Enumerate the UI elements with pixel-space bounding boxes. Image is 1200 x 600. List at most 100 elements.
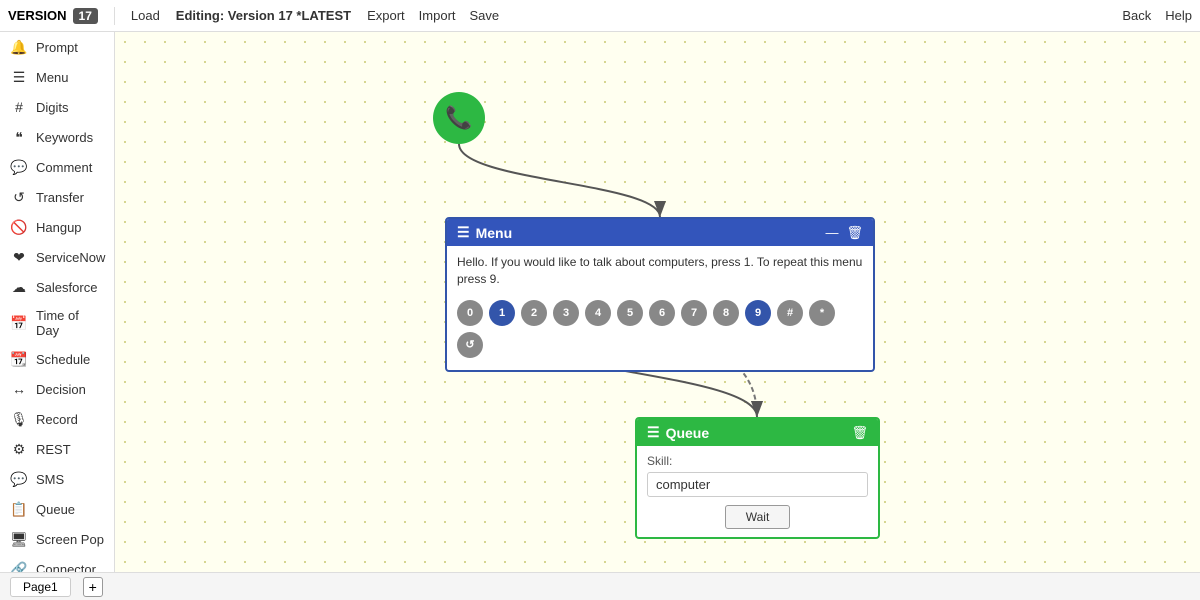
digit-6[interactable]: 6 bbox=[649, 300, 675, 326]
add-page-button[interactable]: + bbox=[83, 577, 103, 597]
editing-label: Editing: Version 17 *LATEST bbox=[176, 8, 351, 23]
sidebar-item-schedule[interactable]: 📆 Schedule bbox=[0, 344, 114, 374]
schedule-icon: 📆 bbox=[10, 350, 28, 368]
phone-node[interactable]: 📞 bbox=[433, 92, 485, 144]
screenpop-icon: 🖥 bbox=[10, 530, 28, 548]
version-badge: 17 bbox=[73, 8, 98, 24]
sidebar-label-prompt: Prompt bbox=[36, 40, 78, 55]
sidebar-item-servicenow[interactable]: ❤ ServiceNow bbox=[0, 242, 114, 272]
sidebar: 🔔 Prompt ☰ Menu # Digits ❝ Keywords 💬 Co… bbox=[0, 32, 115, 572]
sidebar-item-timeofday[interactable]: 📅 Time of Day bbox=[0, 302, 114, 344]
digit-7[interactable]: 7 bbox=[681, 300, 707, 326]
sidebar-item-prompt[interactable]: 🔔 Prompt bbox=[0, 32, 114, 62]
header-sep bbox=[114, 7, 115, 25]
keywords-icon: ❝ bbox=[10, 128, 28, 146]
sidebar-item-screenpop[interactable]: 🖥 Screen Pop bbox=[0, 524, 114, 554]
hangup-icon: 🚫 bbox=[10, 218, 28, 236]
sidebar-item-transfer[interactable]: ↺ Transfer bbox=[0, 182, 114, 212]
sidebar-item-hangup[interactable]: 🚫 Hangup bbox=[0, 212, 114, 242]
sidebar-label-sms: SMS bbox=[36, 472, 64, 487]
sms-icon: 💬 bbox=[10, 470, 28, 488]
digit-2[interactable]: 2 bbox=[521, 300, 547, 326]
bottom-bar: Page1 + bbox=[0, 572, 1200, 600]
sidebar-label-queue: Queue bbox=[36, 502, 75, 517]
skill-label: Skill: bbox=[647, 454, 868, 468]
menu-minimize-icon[interactable]: — bbox=[825, 225, 838, 241]
sidebar-item-rest[interactable]: ⚙ REST bbox=[0, 434, 114, 464]
digit-8[interactable]: 8 bbox=[713, 300, 739, 326]
import-button[interactable]: Import bbox=[419, 8, 456, 23]
sidebar-item-record[interactable]: 🎙 Record bbox=[0, 404, 114, 434]
menu-node-actions: — 🗑 bbox=[825, 225, 863, 241]
menu-node-text: Hello. If you would like to talk about c… bbox=[457, 254, 863, 288]
digit-↺[interactable]: ↺ bbox=[457, 332, 483, 358]
sidebar-item-comment[interactable]: 💬 Comment bbox=[0, 152, 114, 182]
export-button[interactable]: Export bbox=[367, 8, 405, 23]
back-button[interactable]: Back bbox=[1122, 8, 1151, 23]
sidebar-label-hangup: Hangup bbox=[36, 220, 82, 235]
connector-icon: 🔗 bbox=[10, 560, 28, 572]
digit-4[interactable]: 4 bbox=[585, 300, 611, 326]
menu-title-text: Menu bbox=[476, 225, 513, 241]
record-icon: 🎙 bbox=[10, 410, 28, 428]
sidebar-label-decision: Decision bbox=[36, 382, 86, 397]
sidebar-label-digits: Digits bbox=[36, 100, 69, 115]
menu-node-header: ☰ Menu — 🗑 bbox=[447, 219, 873, 246]
digit-*[interactable]: * bbox=[809, 300, 835, 326]
queue-node-header: ☰ Queue 🗑 bbox=[637, 419, 878, 446]
digit-#[interactable]: # bbox=[777, 300, 803, 326]
rest-icon: ⚙ bbox=[10, 440, 28, 458]
menu-digits: 0123456789#* ↺ bbox=[457, 296, 863, 362]
timeofday-icon: 📅 bbox=[10, 314, 28, 332]
queue-delete-icon[interactable]: 🗑 bbox=[851, 425, 868, 441]
sidebar-item-queue[interactable]: 📋 Queue bbox=[0, 494, 114, 524]
sidebar-item-connector[interactable]: 🔗 Connector bbox=[0, 554, 114, 572]
main-layout: 🔔 Prompt ☰ Menu # Digits ❝ Keywords 💬 Co… bbox=[0, 32, 1200, 572]
queue-title-icon: ☰ bbox=[647, 424, 660, 441]
sidebar-item-digits[interactable]: # Digits bbox=[0, 92, 114, 122]
sidebar-label-connector: Connector bbox=[36, 562, 96, 573]
header-right: Back Help bbox=[1122, 8, 1192, 23]
sidebar-item-keywords[interactable]: ❝ Keywords bbox=[0, 122, 114, 152]
queue-node-body: Skill: computer Wait bbox=[637, 446, 878, 537]
page-tab[interactable]: Page1 bbox=[10, 577, 71, 597]
servicenow-icon: ❤ bbox=[10, 248, 28, 266]
sidebar-item-sms[interactable]: 💬 SMS bbox=[0, 464, 114, 494]
transfer-icon: ↺ bbox=[10, 188, 28, 206]
save-button[interactable]: Save bbox=[470, 8, 500, 23]
load-button[interactable]: Load bbox=[131, 8, 160, 23]
sidebar-label-servicenow: ServiceNow bbox=[36, 250, 105, 265]
menu-delete-icon[interactable]: 🗑 bbox=[846, 225, 863, 241]
sidebar-label-menu: Menu bbox=[36, 70, 69, 85]
digit-1[interactable]: 1 bbox=[489, 300, 515, 326]
sidebar-label-record: Record bbox=[36, 412, 78, 427]
wait-button[interactable]: Wait bbox=[725, 505, 791, 529]
digits-icon: # bbox=[10, 98, 28, 116]
menu-node[interactable]: ☰ Menu — 🗑 Hello. If you would like to t… bbox=[445, 217, 875, 372]
queue-title-text: Queue bbox=[666, 425, 710, 441]
digit-9[interactable]: 9 bbox=[745, 300, 771, 326]
comment-icon: 💬 bbox=[10, 158, 28, 176]
salesforce-icon: ☁ bbox=[10, 278, 28, 296]
queue-icon: 📋 bbox=[10, 500, 28, 518]
sidebar-item-salesforce[interactable]: ☁ Salesforce bbox=[0, 272, 114, 302]
digit-5[interactable]: 5 bbox=[617, 300, 643, 326]
sidebar-label-schedule: Schedule bbox=[36, 352, 90, 367]
decision-icon: ↔ bbox=[10, 380, 28, 398]
sidebar-item-decision[interactable]: ↔ Decision bbox=[0, 374, 114, 404]
canvas[interactable]: 📞 ☰ Menu — 🗑 Hello. If you would like to… bbox=[115, 32, 1200, 572]
help-button[interactable]: Help bbox=[1165, 8, 1192, 23]
sidebar-label-comment: Comment bbox=[36, 160, 92, 175]
digit-0[interactable]: 0 bbox=[457, 300, 483, 326]
sidebar-label-screenpop: Screen Pop bbox=[36, 532, 104, 547]
header: VERSION 17 Load Editing: Version 17 *LAT… bbox=[0, 0, 1200, 32]
queue-node[interactable]: ☰ Queue 🗑 Skill: computer Wait bbox=[635, 417, 880, 539]
digit-3[interactable]: 3 bbox=[553, 300, 579, 326]
menu-icon: ☰ bbox=[10, 68, 28, 86]
prompt-icon: 🔔 bbox=[10, 38, 28, 56]
version-label: VERSION 17 bbox=[8, 8, 98, 24]
phone-icon: 📞 bbox=[445, 105, 472, 131]
sidebar-label-timeofday: Time of Day bbox=[36, 308, 104, 338]
skill-value: computer bbox=[647, 472, 868, 497]
sidebar-item-menu[interactable]: ☰ Menu bbox=[0, 62, 114, 92]
